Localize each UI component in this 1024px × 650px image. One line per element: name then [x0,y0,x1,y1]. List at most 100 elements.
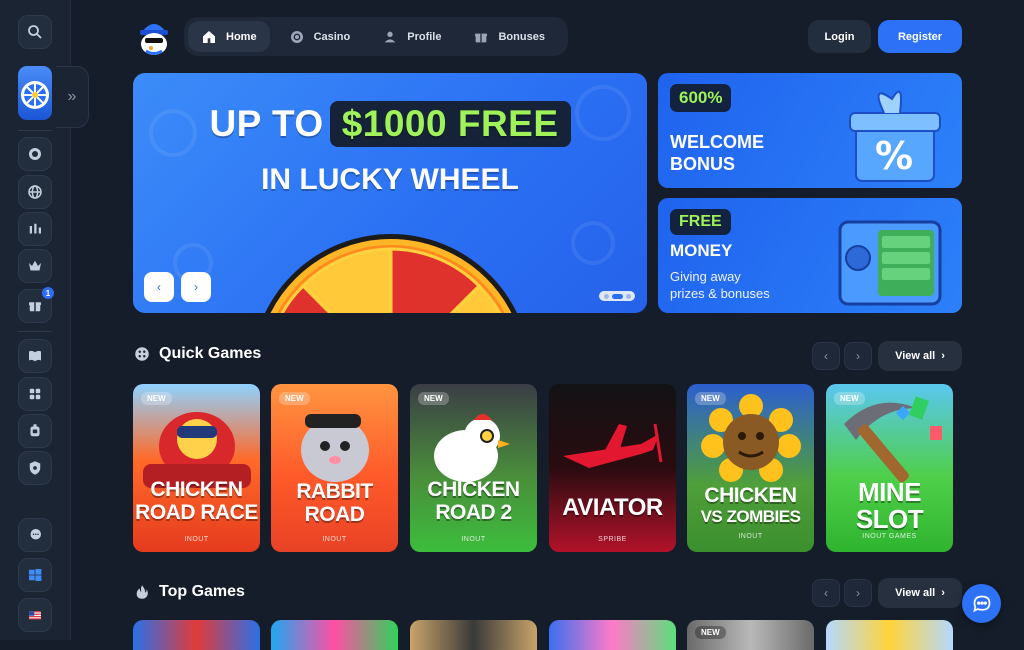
search-icon [28,25,42,39]
sidebar-item-security[interactable] [18,451,52,485]
top-game-card[interactable] [826,620,953,650]
nav-profile[interactable]: Profile [369,21,454,52]
sidebar-item-community[interactable] [18,518,52,552]
game-provider: INOUT [322,536,347,543]
section-title: Top Games [159,583,245,600]
top-game-card[interactable] [549,620,676,650]
promo-wheel-button[interactable] [18,66,52,120]
promo-title-line1: WELCOME [670,132,764,152]
main-navigation: Home Casino Profile Bonuses [184,17,568,56]
game-title-line1: MINE [858,477,922,507]
shield-icon [29,461,41,475]
hero-prev-button[interactable]: ‹ [144,272,174,302]
register-button[interactable]: Register [878,20,962,53]
carousel-dot-active[interactable] [611,293,623,299]
nav-home[interactable]: Home [188,21,270,52]
hero-prefix: UP TO [209,103,324,144]
nav-bonuses-label: Bonuses [498,30,545,43]
sidebar-item-guide[interactable] [18,339,52,373]
promo-title-line2: BONUS [670,154,736,174]
search-button[interactable] [18,15,52,49]
game-card-chicken-vs-zombies[interactable]: NEW CHICKEN VS ZOMBIES INOUT [687,384,814,552]
download-windows-button[interactable] [18,558,52,592]
live-chat-button[interactable] [962,584,1001,623]
language-selector[interactable] [18,598,52,632]
chevron-right-icon: › [941,587,945,599]
nav-casino[interactable]: Casino [276,21,364,52]
sidebar-item-support[interactable] [18,414,52,448]
nav-bonuses[interactable]: Bonuses [460,21,557,52]
crown-icon [29,260,41,271]
gift-icon [29,302,41,312]
top-games-view-all[interactable]: View all › [878,578,962,608]
quick-games-next-button[interactable]: › [844,342,872,370]
carousel-dot[interactable] [603,293,609,299]
sidebar-item-vip[interactable] [18,249,52,283]
game-card-chicken-road-2[interactable]: NEW CHICKEN ROAD 2 INOUT [410,384,537,552]
carousel-dot[interactable] [625,293,631,299]
view-all-label: View all [895,587,936,599]
chicken-art [434,414,510,482]
chip-icon [290,30,303,43]
game-title-line1: CHICKEN [704,484,797,507]
welcome-bonus-banner[interactable]: % 600% WELCOME BONUS [658,73,962,188]
game-title: AVIATOR [562,494,663,521]
sidebar-item-live[interactable] [18,175,52,209]
game-card-rabbit-road[interactable]: NEW RABBIT ROAD INOUT [271,384,398,552]
hero-highlight: $1000 FREE [329,101,571,147]
view-all-label: View all [895,350,936,362]
sidebar-item-sports[interactable] [18,212,52,246]
top-games-header: Top Games [133,583,245,601]
game-card-aviator[interactable]: AVIATOR SPRIBE [549,384,676,552]
quick-games-prev-button[interactable]: ‹ [812,342,840,370]
top-game-card[interactable] [133,620,260,650]
hero-next-button[interactable]: › [181,272,211,302]
windows-icon [29,569,42,581]
chat-bubbles-icon [30,529,41,540]
gift-box-percent-icon: % [849,90,941,182]
login-button[interactable]: Login [808,20,871,53]
carousel-dots [599,291,635,301]
hero-banner[interactable]: UP TO $1000 FREE IN LUCKY WHEEL ‹ › [133,73,647,313]
rabbit-art [301,414,369,482]
sidebar-item-games[interactable] [18,377,52,411]
fire-icon [136,585,148,599]
quick-games-header: Quick Games [133,345,261,363]
top-game-card[interactable]: NEW [687,620,814,650]
chat-icon [972,595,990,612]
promo-tag: FREE [670,209,731,235]
globe-icon [28,185,42,199]
quick-games-view-all[interactable]: View all › [878,341,962,371]
site-logo[interactable] [136,18,172,56]
promo-subtitle-line1: Giving away [670,269,741,284]
game-provider: SPRIBE [598,536,627,543]
airplane-art [563,423,663,468]
hero-subheadline: IN LUCKY WHEEL [261,163,519,196]
expand-sidebar-button[interactable]: » [56,66,89,128]
top-game-card[interactable] [271,620,398,650]
promo-subtitle-line2: prizes & bonuses [670,286,770,301]
lucky-wheel-image [265,234,517,313]
chevron-right-icon: › [856,586,860,600]
free-money-banner[interactable]: FREE MONEY Giving away prizes & bonuses [658,198,962,313]
new-badge: NEW [279,392,310,405]
support-icon [30,424,40,437]
double-chevron-right-icon: » [67,88,77,105]
sidebar-item-gifts[interactable]: 1 [18,287,54,323]
divider [18,130,52,131]
game-card-mine-slot[interactable]: NEW MINE SLOT INOUT GAMES [826,384,953,552]
new-badge: NEW [418,392,449,405]
game-title-line1: CHICKEN [427,478,520,501]
top-games-prev-button[interactable]: ‹ [812,579,840,607]
game-card-chicken-road-race[interactable]: NEW CHICKEN ROAD RACE INOUT [133,384,260,552]
nav-casino-label: Casino [313,30,351,43]
sidebar-item-casino[interactable] [18,137,52,171]
game-title-line2: ROAD [304,503,365,526]
game-title-line2: ROAD RACE [135,501,258,524]
new-badge: NEW [695,392,726,405]
new-badge: NEW [834,392,865,405]
puzzle-icon [29,388,41,400]
book-icon [29,350,41,362]
top-games-next-button[interactable]: › [844,579,872,607]
top-game-card[interactable] [410,620,537,650]
